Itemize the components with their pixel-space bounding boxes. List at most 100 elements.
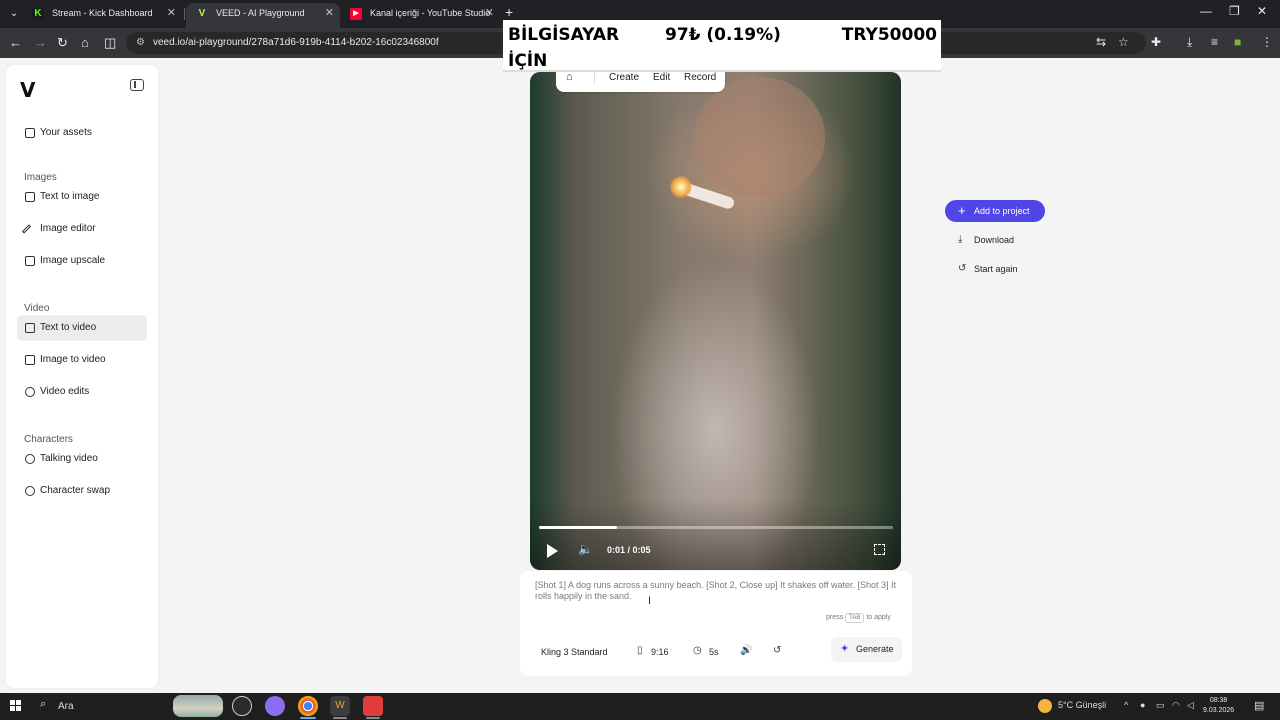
sparkle-icon: ✦ (840, 643, 850, 655)
restore-icon[interactable]: ❐ (1229, 4, 1240, 18)
sidebar-section-images: Images (24, 172, 57, 183)
tab-veed-playground[interactable]: V VEED - AI Playground ✕ (186, 3, 340, 28)
microphone-icon[interactable]: ● (1140, 700, 1145, 710)
network-icon[interactable]: ◠ (1172, 700, 1180, 711)
close-window-icon[interactable]: ✕ (1257, 4, 1267, 18)
history-icon[interactable]: ↺ (773, 645, 781, 656)
veed-icon: V (198, 8, 206, 19)
reload-icon[interactable]: ↻ (57, 35, 68, 51)
bookmark-star-icon[interactable]: ☆ (1118, 35, 1129, 49)
nav-divider (594, 70, 595, 84)
sidebar-item-talking-video[interactable]: Talking video (17, 446, 147, 472)
chrome-app-icon[interactable] (298, 696, 318, 716)
collapse-sidebar-icon[interactable] (130, 79, 144, 91)
tray-overflow-icon[interactable]: ^ (1124, 700, 1128, 710)
nav-edit[interactable]: Edit (653, 72, 670, 83)
scissors-icon (25, 387, 35, 397)
sidebar-item-image-to-video[interactable]: Image to video (17, 347, 147, 373)
pencil-icon (21, 224, 32, 234)
tab-title: VEED - AI Playground (216, 8, 305, 18)
prompt-input[interactable]: [Shot 1] A dog runs across a sunny beach… (535, 580, 900, 602)
sidebar-item-image-editor[interactable]: Image editor (17, 216, 147, 242)
video-progress-fill (539, 526, 617, 529)
downloads-icon[interactable]: ⤓ (1187, 35, 1192, 50)
sidebar-item-text-to-image[interactable]: Text to image (17, 184, 147, 210)
media-controls-icon[interactable]: ≡ (1211, 35, 1218, 49)
generate-button[interactable]: ✦ Generate (831, 637, 902, 662)
recorder-app-icon[interactable] (363, 696, 383, 716)
add-to-project-label: Add to project (974, 206, 1030, 216)
download-button[interactable]: Download (974, 235, 1014, 245)
fullscreen-icon[interactable] (874, 544, 885, 555)
goal-target: TRY50000 (841, 25, 937, 45)
sidebar-item-your-assets[interactable]: Your assets (17, 120, 147, 146)
youtube-icon: ▶ (350, 8, 362, 20)
video-controls-backdrop (530, 500, 901, 570)
start-again-button[interactable]: Start again (974, 264, 1018, 274)
app-open-indicator (333, 717, 347, 719)
widgets-thumbnail[interactable] (173, 695, 223, 717)
tab-kick-dashboard[interactable]: K Stream - Kick Dashboard ✕ (22, 3, 182, 28)
new-tab-icon[interactable]: + (505, 4, 513, 20)
close-tab-icon[interactable]: ✕ (167, 3, 176, 24)
download-icon: ⤓ (958, 234, 963, 245)
volume-icon[interactable]: 🔈 (578, 542, 593, 556)
volume-icon[interactable]: ◁ (1187, 700, 1194, 711)
upscale-icon (25, 256, 35, 266)
weather-sun-icon[interactable] (1038, 699, 1052, 713)
tab-search-button[interactable]: ⌄ (6, 6, 22, 22)
nav-record[interactable]: Record (684, 72, 716, 83)
taskbar-search[interactable]: Ara (58, 701, 74, 712)
nav-create[interactable]: Create (609, 72, 639, 83)
browser-menu-icon[interactable]: ⋮ (1261, 35, 1273, 49)
sidebar-item-image-upscale[interactable]: Image upscale (17, 248, 147, 274)
discord-app-icon[interactable] (265, 696, 285, 716)
profile-avatar[interactable]: ■ (1234, 35, 1241, 49)
url-text[interactable]: veed.io/ai-playground/278a71d6-919b-4114… (153, 37, 439, 49)
chrome-active-indicator (300, 717, 316, 719)
windows-start-icon[interactable] (10, 700, 22, 712)
close-tab-icon[interactable]: ✕ (485, 3, 494, 24)
translate-icon[interactable]: ⇆ (1096, 35, 1106, 49)
generated-video-player[interactable]: 🔈 0:01 / 0:05 (530, 72, 901, 570)
back-icon[interactable]: ← (9, 35, 22, 51)
tab-divider (184, 8, 185, 20)
split-view-icon[interactable]: ◫ (104, 35, 116, 51)
duration-selector[interactable]: 5s (709, 647, 719, 657)
tab-key-badge: TAB (845, 613, 865, 623)
sidebar-item-label: Text to image (40, 191, 100, 202)
audio-toggle-icon[interactable]: 🔊 (740, 645, 752, 656)
sidebar-item-label: Video edits (40, 386, 90, 397)
home-icon[interactable]: ⌂ (566, 71, 573, 83)
sidebar: V Your assets Images Text to image Image… (6, 65, 158, 688)
clock-date: 9.03.2026 (1203, 707, 1235, 714)
game-app-icon[interactable]: W (330, 696, 350, 716)
sidebar-item-text-to-video[interactable]: Text to video (17, 315, 147, 341)
site-info-icon[interactable]: ⚙ (136, 37, 148, 49)
sidebar-item-label: Your assets (40, 127, 92, 138)
restart-icon: ↺ (958, 263, 967, 274)
close-tab-icon[interactable]: ✕ (325, 3, 334, 24)
veed-logo[interactable]: V (20, 78, 35, 102)
obs-app-icon[interactable] (232, 696, 252, 716)
forward-icon[interactable]: → (34, 35, 47, 51)
taskbar-clock[interactable]: 08:38 9.03.2026 (1203, 696, 1234, 716)
tab-youtube-studio[interactable]: ▶ Kanal içeriği - YouTube Studio ✕ (340, 3, 500, 28)
extensions-icon[interactable]: ✚ (1151, 35, 1161, 49)
model-selector[interactable]: Kling 3 Standard (541, 647, 608, 657)
sidebar-item-label: Text to video (40, 322, 97, 333)
add-to-project-button[interactable]: + Add to project (945, 200, 1045, 222)
sidebar-item-label: Image upscale (40, 255, 106, 266)
home-icon[interactable]: ⌂ (81, 35, 89, 51)
play-icon[interactable] (547, 544, 558, 558)
screen-icon[interactable]: ▭ (1156, 700, 1165, 711)
search-icon[interactable]: ⌕ (40, 698, 46, 711)
sidebar-item-character-swap[interactable]: Character swap (17, 478, 147, 504)
weather-text[interactable]: 5°C Güneşli (1058, 700, 1106, 710)
sidebar-item-video-edits[interactable]: Video edits (17, 379, 147, 405)
video-progress-bar[interactable] (539, 526, 893, 529)
notifications-icon[interactable]: ▤ (1254, 699, 1264, 712)
aspect-ratio-selector[interactable]: 9:16 (651, 647, 669, 657)
minimize-icon[interactable]: — (1200, 4, 1212, 18)
video-icon (25, 323, 35, 333)
